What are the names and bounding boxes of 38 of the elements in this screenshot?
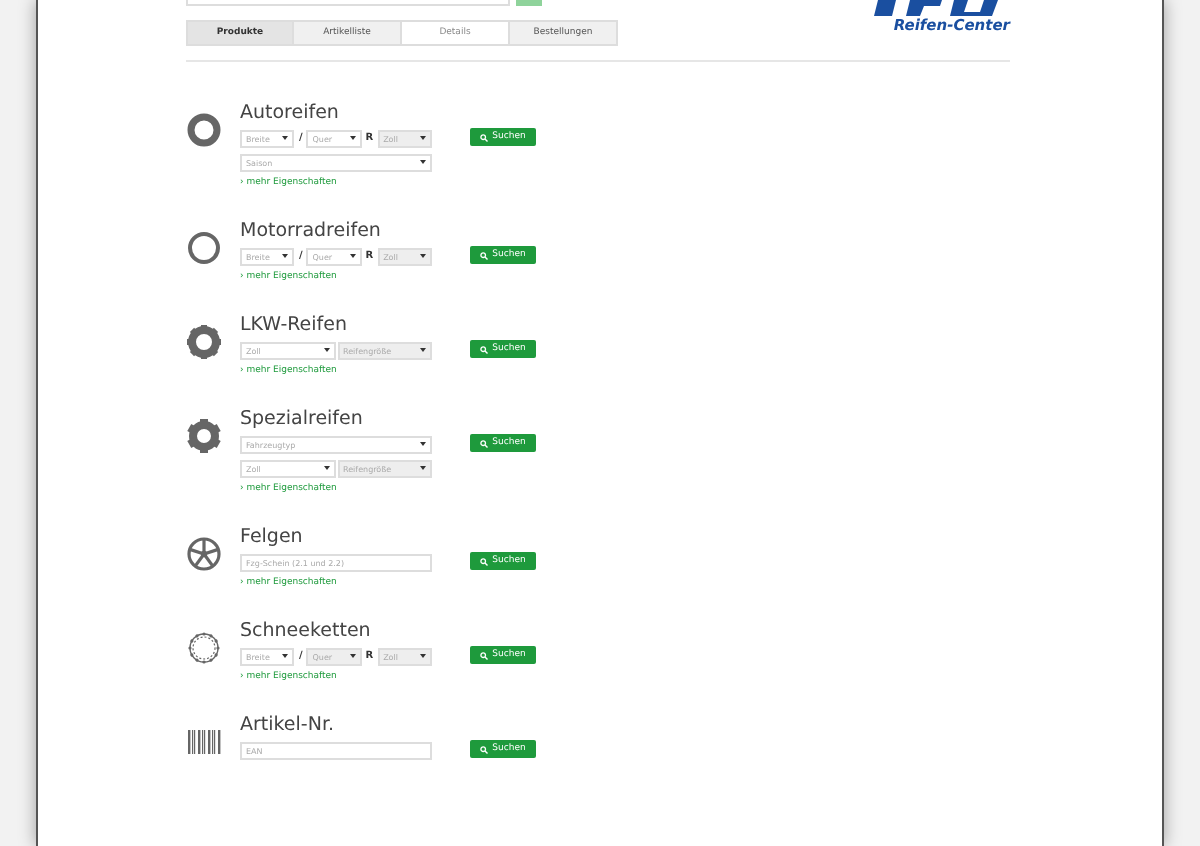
caret-icon [323,348,329,352]
category-title: Autoreifen [240,100,341,128]
barcode-icon [186,724,222,760]
category-title: Schneeketten [240,618,373,646]
caret-icon [420,160,426,164]
search-field[interactable] [186,0,510,6]
tire-icon [186,324,222,360]
search-icon [480,345,489,353]
tire-icon [186,112,222,148]
search-icon [480,439,489,447]
caret-icon [420,136,426,140]
caret-icon [420,254,426,258]
search-icon [480,745,489,753]
caret-icon [282,654,289,658]
search-icon [480,557,489,565]
tire-icon [186,230,222,266]
caret-icon [420,442,426,446]
category-title: Motorradreifen [240,218,383,246]
wheel-icon [186,536,222,572]
search-icon [480,251,489,259]
caret-icon [282,254,289,258]
caret-icon [282,136,289,140]
caret-icon [349,654,356,658]
caret-icon [349,136,356,140]
search-icon [480,651,489,659]
category-title: Spezialreifen [240,406,365,434]
caret-icon [420,348,426,352]
caret-icon [323,466,329,470]
caret-icon [420,654,426,658]
category-title: Felgen [240,524,305,552]
search-button[interactable] [516,0,542,6]
chain-ring-icon [186,630,222,666]
gear-icon [186,418,222,454]
category-title: LKW-Reifen [240,312,349,340]
category-title: Artikel-Nr. [240,712,337,740]
caret-icon [420,466,426,470]
search-icon [480,133,489,141]
caret-icon [349,254,356,258]
